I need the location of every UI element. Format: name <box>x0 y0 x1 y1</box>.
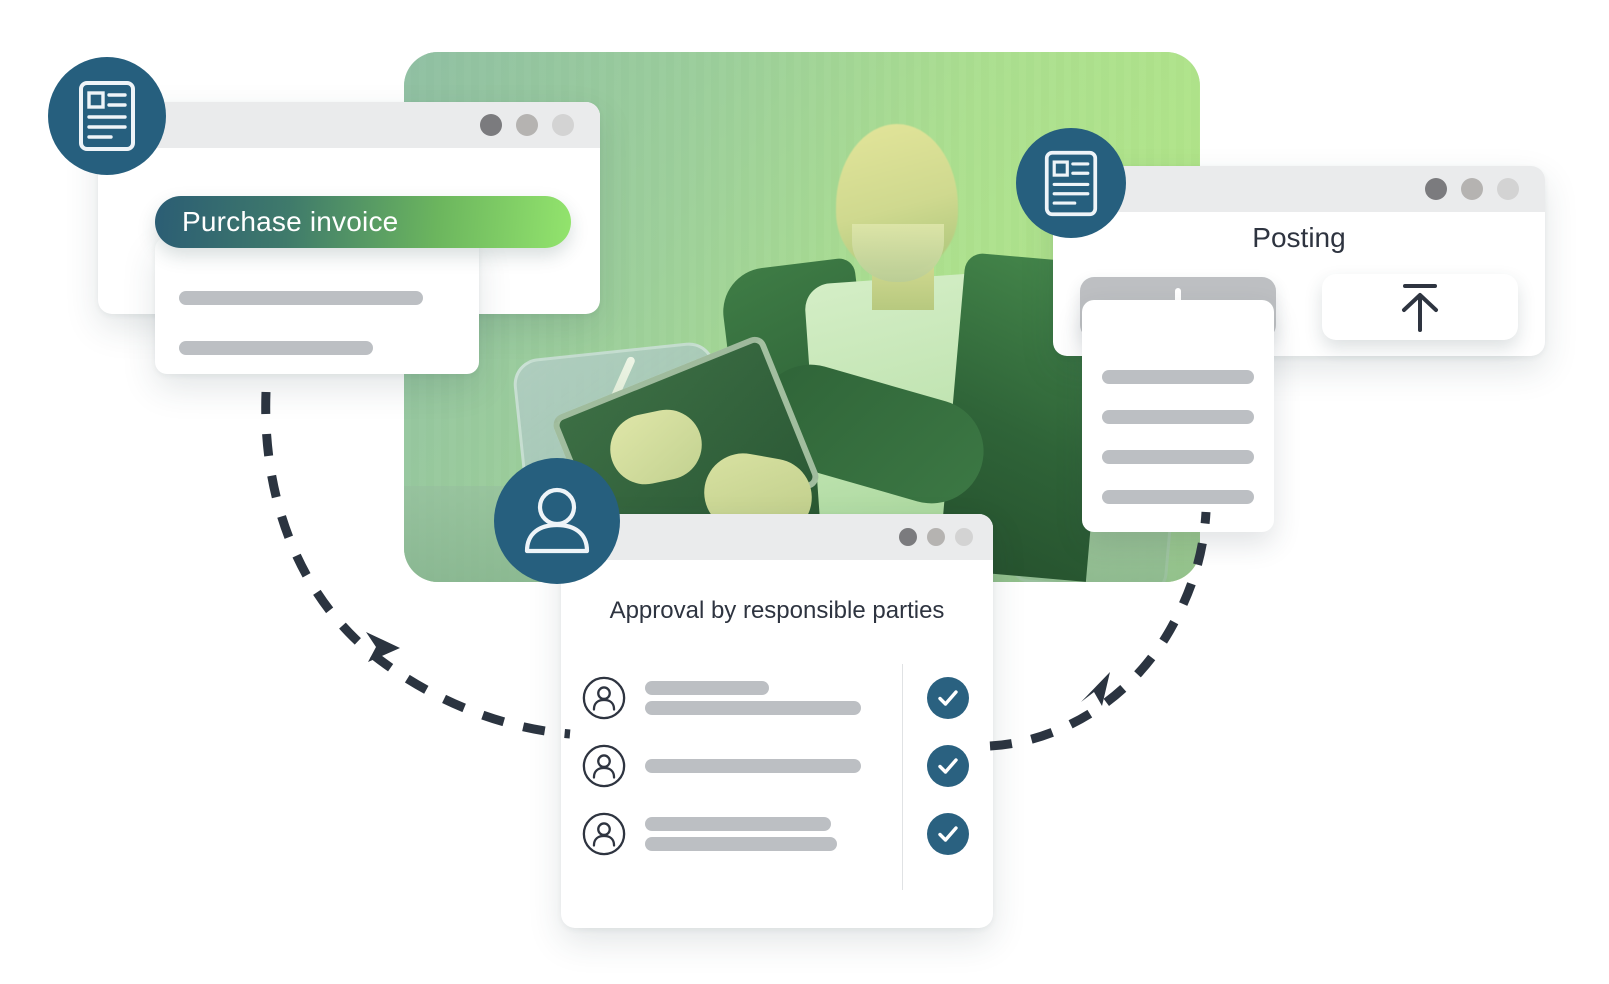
window-dot-maximize-icon[interactable] <box>1497 178 1519 200</box>
status-badge-approved <box>927 677 969 719</box>
placeholder-bar <box>645 701 861 715</box>
table-row[interactable] <box>561 664 993 732</box>
window-titlebar <box>1053 166 1545 212</box>
upload-button[interactable] <box>1322 274 1518 340</box>
person-circle-icon <box>582 676 626 720</box>
purchase-invoice-detail-card <box>155 237 479 374</box>
placeholder-bar <box>179 341 373 355</box>
placeholder-bar <box>179 291 423 305</box>
table-row[interactable] <box>561 800 993 868</box>
placeholder-bar <box>1102 490 1254 504</box>
placeholder-bar <box>1102 410 1254 424</box>
document-icon <box>1044 150 1098 216</box>
status-badge-approved <box>927 745 969 787</box>
window-titlebar <box>561 514 993 560</box>
window-dot-close-icon[interactable] <box>899 528 917 546</box>
window-titlebar <box>98 102 600 148</box>
approval-title: Approval by responsible parties <box>609 597 945 624</box>
arrow-invoice-to-approval-head <box>366 632 400 662</box>
placeholder-bar <box>645 681 769 695</box>
check-icon <box>938 758 958 774</box>
status-badge-approved <box>927 813 969 855</box>
posting-list-card <box>1082 300 1274 532</box>
upload-arrow-icon <box>1402 284 1438 332</box>
person-circle-icon <box>582 812 626 856</box>
illustration-stage: Purchase invoice Posting Approval by res… <box>0 0 1609 984</box>
approval-window: Approval by responsible parties <box>561 514 993 928</box>
person-circle-icon <box>582 744 626 788</box>
document-badge-right <box>1016 128 1126 238</box>
user-badge <box>494 458 620 584</box>
placeholder-bar <box>1102 450 1254 464</box>
placeholder-bar <box>1102 370 1254 384</box>
document-badge-left <box>48 57 166 175</box>
arrow-approval-to-posting-head <box>1081 672 1110 706</box>
window-dot-minimize-icon[interactable] <box>927 528 945 546</box>
window-dot-close-icon[interactable] <box>1425 178 1447 200</box>
document-icon <box>79 81 135 151</box>
check-icon <box>938 690 958 706</box>
table-row[interactable] <box>561 732 993 800</box>
purchase-invoice-pill[interactable]: Purchase invoice <box>155 196 571 248</box>
placeholder-bar <box>645 759 861 773</box>
purchase-invoice-label: Purchase invoice <box>182 206 399 237</box>
window-dot-minimize-icon[interactable] <box>516 114 538 136</box>
user-icon <box>524 487 590 554</box>
window-dot-minimize-icon[interactable] <box>1461 178 1483 200</box>
placeholder-bar <box>645 837 837 851</box>
approval-list <box>561 664 993 868</box>
window-dot-maximize-icon[interactable] <box>552 114 574 136</box>
window-dot-maximize-icon[interactable] <box>955 528 973 546</box>
posting-title: Posting <box>1252 222 1346 253</box>
placeholder-bar <box>645 817 831 831</box>
window-dot-close-icon[interactable] <box>480 114 502 136</box>
check-icon <box>938 826 958 842</box>
